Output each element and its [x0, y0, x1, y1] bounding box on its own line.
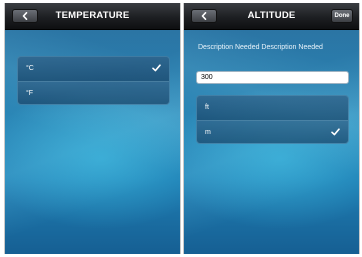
- list-item-feet[interactable]: ft: [197, 96, 348, 120]
- list-item-fahrenheit[interactable]: °F: [18, 81, 169, 104]
- altitude-unit-list: ft m: [196, 95, 349, 144]
- checkmark-icon: [331, 128, 340, 138]
- altitude-screen: ALTITUDE Done Description Needed Descrip…: [183, 3, 360, 254]
- list-item-celsius[interactable]: °C: [18, 57, 169, 81]
- navigation-bar: TEMPERATURE: [5, 3, 180, 30]
- temperature-screen: TEMPERATURE °C °F: [4, 3, 181, 254]
- navigation-bar: ALTITUDE Done: [184, 3, 359, 30]
- list-item-label: °C: [26, 65, 34, 72]
- altitude-input[interactable]: 300: [196, 71, 349, 84]
- list-item-meters[interactable]: m: [197, 120, 348, 143]
- list-item-label: m: [205, 129, 211, 136]
- list-item-label: °F: [26, 90, 34, 97]
- done-button[interactable]: Done: [331, 9, 353, 23]
- temperature-unit-list: °C °F: [17, 56, 170, 105]
- checkmark-icon: [152, 64, 161, 74]
- list-item-label: ft: [205, 104, 209, 111]
- description-text: Description Needed Description Needed: [198, 44, 323, 51]
- page-title: TEMPERATURE: [55, 10, 130, 21]
